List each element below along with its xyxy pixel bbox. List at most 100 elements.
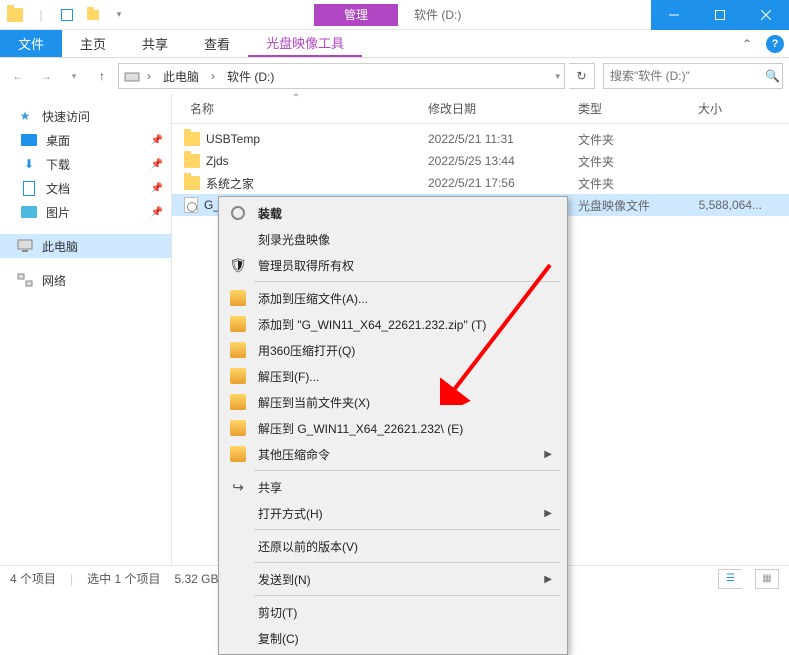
col-type[interactable]: 类型 — [570, 94, 690, 123]
file-name: USBTemp — [206, 132, 260, 146]
tab-share[interactable]: 共享 — [124, 30, 186, 57]
cm-restore[interactable]: 还原以前的版本(V) — [222, 533, 564, 559]
cm-extract-here[interactable]: 解压到当前文件夹(X) — [222, 389, 564, 415]
pin-icon: 📌 — [151, 159, 163, 170]
minimize-button[interactable] — [651, 0, 697, 30]
chevron-right-icon: ▶ — [544, 508, 552, 519]
qat-item[interactable] — [82, 4, 104, 26]
file-row[interactable]: USBTemp 2022/5/21 11:31 文件夹 — [172, 128, 789, 150]
nav-label: 下载 — [46, 156, 70, 173]
status-size: 5.32 GB — [174, 572, 218, 586]
cm-burn[interactable]: 刻录光盘映像 — [222, 226, 564, 252]
file-row[interactable]: 系统之家 2022/5/21 17:56 文件夹 — [172, 172, 789, 194]
breadcrumb-this-pc[interactable]: 此电脑 — [157, 64, 205, 88]
cm-admin[interactable]: 🛡管理员取得所有权 — [222, 252, 564, 278]
tab-disc-tools[interactable]: 光盘映像工具 — [248, 30, 362, 57]
maximize-button[interactable] — [697, 0, 743, 30]
separator — [254, 281, 560, 282]
forward-button[interactable]: → — [34, 64, 58, 88]
separator — [254, 595, 560, 596]
archive-icon — [226, 444, 250, 464]
file-type: 文件夹 — [570, 153, 690, 170]
qat-item[interactable] — [56, 4, 78, 26]
search-box[interactable]: 🔍 — [603, 63, 783, 89]
cm-extract-named[interactable]: 解压到 G_WIN11_X64_22621.232\ (E) — [222, 415, 564, 441]
file-size: 5,588,064... — [690, 198, 770, 212]
cm-copy[interactable]: 复制(C) — [222, 625, 564, 651]
cm-send-to[interactable]: 发送到(N)▶ — [222, 566, 564, 592]
cm-share[interactable]: ↪共享 — [222, 474, 564, 500]
tab-view[interactable]: 查看 — [186, 30, 248, 57]
cm-mount[interactable]: 装载 — [222, 200, 564, 226]
nav-desktop[interactable]: 桌面 📌 — [0, 128, 171, 152]
download-icon: ⬇ — [20, 155, 38, 173]
chevron-right-icon[interactable]: › — [209, 69, 217, 83]
up-button[interactable]: ↑ — [90, 64, 114, 88]
nav-label: 桌面 — [46, 132, 70, 149]
cm-extract-to[interactable]: 解压到(F)... — [222, 363, 564, 389]
nav-downloads[interactable]: ⬇ 下载 📌 — [0, 152, 171, 176]
nav-quick-access[interactable]: ★ 快速访问 — [0, 104, 171, 128]
nav-pictures[interactable]: 图片 📌 — [0, 200, 171, 224]
search-icon[interactable]: 🔍 — [765, 69, 780, 83]
refresh-button[interactable]: ↻ — [569, 63, 595, 89]
qat-dropdown-icon[interactable]: ▾ — [108, 4, 130, 26]
tab-home[interactable]: 主页 — [62, 30, 124, 57]
pictures-icon — [20, 203, 38, 221]
back-button[interactable]: ← — [6, 64, 30, 88]
breadcrumb-drive[interactable]: 软件 (D:) — [221, 64, 280, 88]
network-icon — [16, 271, 34, 289]
chevron-right-icon: ▶ — [544, 574, 552, 585]
nav-label: 快速访问 — [42, 108, 90, 125]
cm-open-360[interactable]: 用360压缩打开(Q) — [222, 337, 564, 363]
cm-cut[interactable]: 剪切(T) — [222, 599, 564, 625]
cm-open-with[interactable]: 打开方式(H)▶ — [222, 500, 564, 526]
archive-icon — [226, 288, 250, 308]
title-bar: | ▾ 管理 软件 (D:) — [0, 0, 789, 30]
navigation-bar: ← → ▾ ↑ › 此电脑 › 软件 (D:) ▾ ↻ 🔍 — [0, 58, 789, 94]
file-type: 文件夹 — [570, 175, 690, 192]
nav-label: 此电脑 — [42, 238, 78, 255]
col-size[interactable]: 大小 — [690, 94, 770, 123]
chevron-right-icon[interactable]: › — [145, 69, 153, 83]
address-dropdown-icon[interactable]: ▾ — [555, 71, 560, 82]
ribbon-tabs: 文件 主页 共享 查看 光盘映像工具 ⌃ ? — [0, 30, 789, 58]
search-input[interactable] — [610, 69, 765, 83]
qat-separator: | — [30, 4, 52, 26]
view-details-button[interactable]: ☰ — [718, 569, 742, 589]
nav-documents[interactable]: 文档 📌 — [0, 176, 171, 200]
nav-network[interactable]: 网络 — [0, 268, 171, 292]
iso-icon — [184, 197, 198, 213]
file-date: 2022/5/21 17:56 — [420, 176, 570, 190]
file-row[interactable]: Zjds 2022/5/25 13:44 文件夹 — [172, 150, 789, 172]
file-tab[interactable]: 文件 — [0, 30, 62, 57]
nav-label: 文档 — [46, 180, 70, 197]
view-icons-button[interactable]: ▦ — [755, 569, 779, 589]
navigation-pane: ★ 快速访问 桌面 📌 ⬇ 下载 📌 文档 📌 图片 📌 此电脑 — [0, 94, 172, 565]
nav-label: 图片 — [46, 204, 70, 221]
shield-icon: 🛡 — [226, 255, 250, 275]
cm-other-compress[interactable]: 其他压缩命令▶ — [222, 441, 564, 467]
separator — [254, 529, 560, 530]
archive-icon — [226, 340, 250, 360]
address-bar[interactable]: › 此电脑 › 软件 (D:) ▾ — [118, 63, 565, 89]
sort-indicator-icon: ⌃ — [292, 93, 300, 104]
recent-dropdown-icon[interactable]: ▾ — [62, 64, 86, 88]
document-icon — [20, 179, 38, 197]
cm-add-zip[interactable]: 添加到 "G_WIN11_X64_22621.232.zip" (T) — [222, 311, 564, 337]
help-button[interactable]: ? — [761, 30, 789, 58]
qat-app-icon[interactable] — [4, 4, 26, 26]
cm-add-archive[interactable]: 添加到压缩文件(A)... — [222, 285, 564, 311]
col-date[interactable]: 修改日期 — [420, 94, 570, 123]
separator — [254, 470, 560, 471]
contextual-tab-label: 管理 — [314, 4, 398, 26]
close-button[interactable] — [743, 0, 789, 30]
archive-icon — [226, 314, 250, 334]
status-separator: | — [70, 572, 73, 586]
ribbon-collapse-icon[interactable]: ⌃ — [733, 30, 761, 57]
desktop-icon — [20, 131, 38, 149]
quick-access-toolbar: | ▾ — [0, 4, 134, 26]
share-icon: ↪ — [226, 477, 250, 497]
nav-label: 网络 — [42, 272, 66, 289]
nav-this-pc[interactable]: 此电脑 — [0, 234, 171, 258]
